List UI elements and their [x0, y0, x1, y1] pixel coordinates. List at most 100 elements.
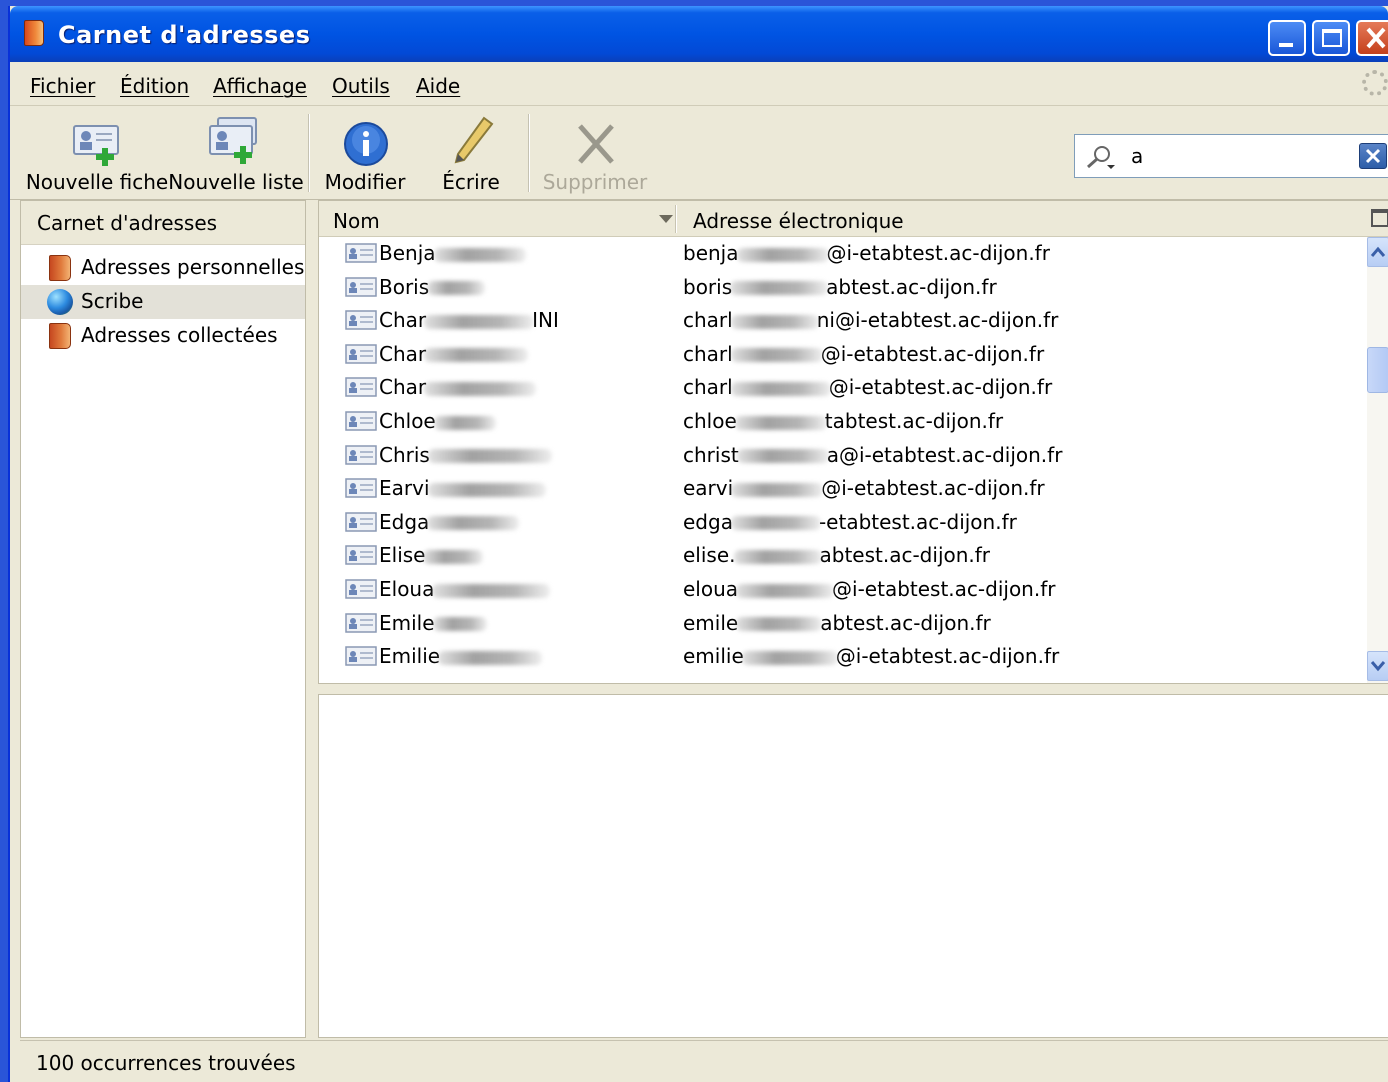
- contact-email: charl @i-etabtest.ac-dijon.fr: [683, 375, 1053, 400]
- redacted-blur: [730, 281, 829, 296]
- scroll-up-button[interactable]: [1367, 237, 1388, 267]
- contact-email: charl @i-etabtest.ac-dijon.fr: [683, 341, 1045, 366]
- contact-card-icon: [345, 344, 377, 364]
- column-email[interactable]: Adresse électronique: [693, 209, 904, 233]
- contact-name: Chloe: [379, 409, 496, 433]
- globe-icon: [47, 289, 73, 315]
- new-list-icon: [209, 117, 257, 164]
- close-button[interactable]: [1356, 20, 1388, 56]
- address-book-window: Carnet d'adresses Fichier Édition Affich…: [8, 6, 1388, 1082]
- redacted-blur: [433, 247, 526, 262]
- table-row[interactable]: Char INI charl ni@i-etabtest.ac-dijon.fr: [319, 304, 1367, 337]
- redacted-blur: [731, 482, 824, 497]
- table-row[interactable]: Benja benja @i-etabtest.ac-dijon.fr: [319, 237, 1367, 270]
- redacted-blur: [424, 381, 537, 396]
- contact-email: boris abtest.ac-dijon.fr: [683, 274, 997, 299]
- redacted-blur: [432, 617, 487, 632]
- contacts-list: Nom Adresse électronique Benja benja @i-et…: [318, 200, 1388, 684]
- contact-card-icon: [345, 512, 377, 532]
- address-book-icon: [24, 20, 44, 46]
- redacted-blur: [733, 549, 822, 564]
- table-row[interactable]: Elise elise. abtest.ac-dijon.fr: [319, 539, 1367, 572]
- redacted-blur: [427, 281, 486, 296]
- table-row[interactable]: Emile emile abtest.ac-dijon.fr: [319, 607, 1367, 640]
- chevron-down-icon: [1370, 661, 1386, 672]
- column-picker-icon[interactable]: [1371, 209, 1388, 227]
- clear-icon: [1365, 148, 1381, 164]
- minimize-button[interactable]: [1268, 20, 1306, 56]
- new-card-label: Nouvelle fiche: [25, 170, 169, 194]
- table-row[interactable]: Char charl @i-etabtest.ac-dijon.fr: [319, 371, 1367, 404]
- toolbar-separator: [308, 114, 310, 192]
- tree-item-personal[interactable]: Adresses personnelles: [21, 251, 305, 285]
- contact-card-icon: [345, 310, 377, 330]
- redacted-blur: [438, 650, 543, 665]
- table-row[interactable]: Eloua eloua @i-etabtest.ac-dijon.fr: [319, 573, 1367, 606]
- redacted-blur: [424, 314, 535, 329]
- redacted-blur: [736, 617, 823, 632]
- table-row[interactable]: Char charl @i-etabtest.ac-dijon.fr: [319, 338, 1367, 371]
- search-field[interactable]: a: [1074, 134, 1388, 178]
- column-name[interactable]: Nom: [333, 209, 380, 233]
- scroll-thumb[interactable]: [1367, 347, 1388, 393]
- search-input-value[interactable]: a: [1131, 144, 1143, 168]
- contact-name: Elise: [379, 543, 484, 567]
- contact-email: benja @i-etabtest.ac-dijon.fr: [683, 241, 1050, 265]
- window-title: Carnet d'adresses: [58, 21, 311, 49]
- contact-card-icon: [345, 444, 377, 465]
- menu-edition[interactable]: Édition: [120, 74, 189, 98]
- contact-card-icon: [345, 646, 377, 666]
- horizontal-splitter[interactable]: [318, 684, 1388, 694]
- tree-item-scribe[interactable]: Scribe: [21, 285, 305, 319]
- redacted-blur: [424, 348, 529, 363]
- contact-card-icon: [345, 276, 377, 297]
- redacted-blur: [730, 381, 831, 396]
- scroll-down-button[interactable]: [1367, 651, 1388, 681]
- contact-email: edga -etabtest.ac-dijon.fr: [683, 509, 1017, 534]
- table-row[interactable]: Chloe chloe tabtest.ac-dijon.fr: [319, 405, 1367, 438]
- clear-search-button[interactable]: [1359, 143, 1387, 169]
- menu-affichage[interactable]: Affichage: [213, 74, 307, 98]
- table-row[interactable]: Earvi earvi @i-etabtest.ac-dijon.fr: [319, 472, 1367, 505]
- redacted-blur: [736, 449, 829, 464]
- redacted-blur: [427, 482, 546, 497]
- redacted-blur: [423, 549, 484, 564]
- table-row[interactable]: Chris christ a@i-etabtest.ac-dijon.fr: [319, 439, 1367, 472]
- redacted-blur: [736, 583, 835, 598]
- sort-descending-icon: [659, 215, 673, 223]
- edit-label: Modifier: [324, 170, 406, 194]
- tree-item-collected[interactable]: Adresses collectées: [21, 319, 305, 353]
- contact-name: Emile: [379, 611, 487, 635]
- redacted-blur: [730, 314, 819, 329]
- maximize-button[interactable]: [1312, 20, 1350, 56]
- table-row[interactable]: Emilie emilie @i-etabtest.ac-dijon.fr: [319, 640, 1367, 673]
- contact-email: elise. abtest.ac-dijon.fr: [683, 543, 991, 568]
- contact-card-icon: [345, 478, 377, 498]
- tree-item-label: Adresses collectées: [81, 323, 278, 347]
- contact-detail-pane: [318, 694, 1388, 1038]
- menu-fichier[interactable]: Fichier: [30, 74, 95, 98]
- vertical-scrollbar[interactable]: [1367, 237, 1388, 683]
- contact-name: Earvi: [379, 476, 546, 500]
- menu-aide[interactable]: Aide: [416, 74, 460, 98]
- redacted-blur: [741, 650, 838, 665]
- menu-outils[interactable]: Outils: [332, 74, 390, 98]
- activity-throbber-icon: [1362, 70, 1388, 96]
- write-label: Écrire: [442, 170, 500, 194]
- redacted-blur: [730, 516, 821, 531]
- contact-email: eloua @i-etabtest.ac-dijon.fr: [683, 577, 1056, 601]
- table-row[interactable]: Edga edga -etabtest.ac-dijon.fr: [319, 506, 1367, 539]
- address-book-icon: [49, 323, 71, 349]
- column-divider[interactable]: [675, 205, 677, 233]
- toolbar: Nouvelle fiche Nouvelle liste Modifier É…: [10, 106, 1388, 200]
- contact-email: earvi @i-etabtest.ac-dijon.fr: [683, 476, 1045, 501]
- title-bar[interactable]: Carnet d'adresses: [10, 6, 1388, 62]
- contact-email: christ a@i-etabtest.ac-dijon.fr: [683, 442, 1063, 467]
- vertical-splitter[interactable]: [306, 200, 318, 1038]
- contact-email: emilie @i-etabtest.ac-dijon.fr: [683, 644, 1060, 669]
- contact-card-icon: [345, 579, 377, 599]
- redacted-blur: [433, 415, 496, 430]
- contact-name: Chris: [379, 443, 552, 467]
- table-row[interactable]: Boris boris abtest.ac-dijon.fr: [319, 271, 1367, 304]
- chevron-up-icon: [1370, 246, 1386, 257]
